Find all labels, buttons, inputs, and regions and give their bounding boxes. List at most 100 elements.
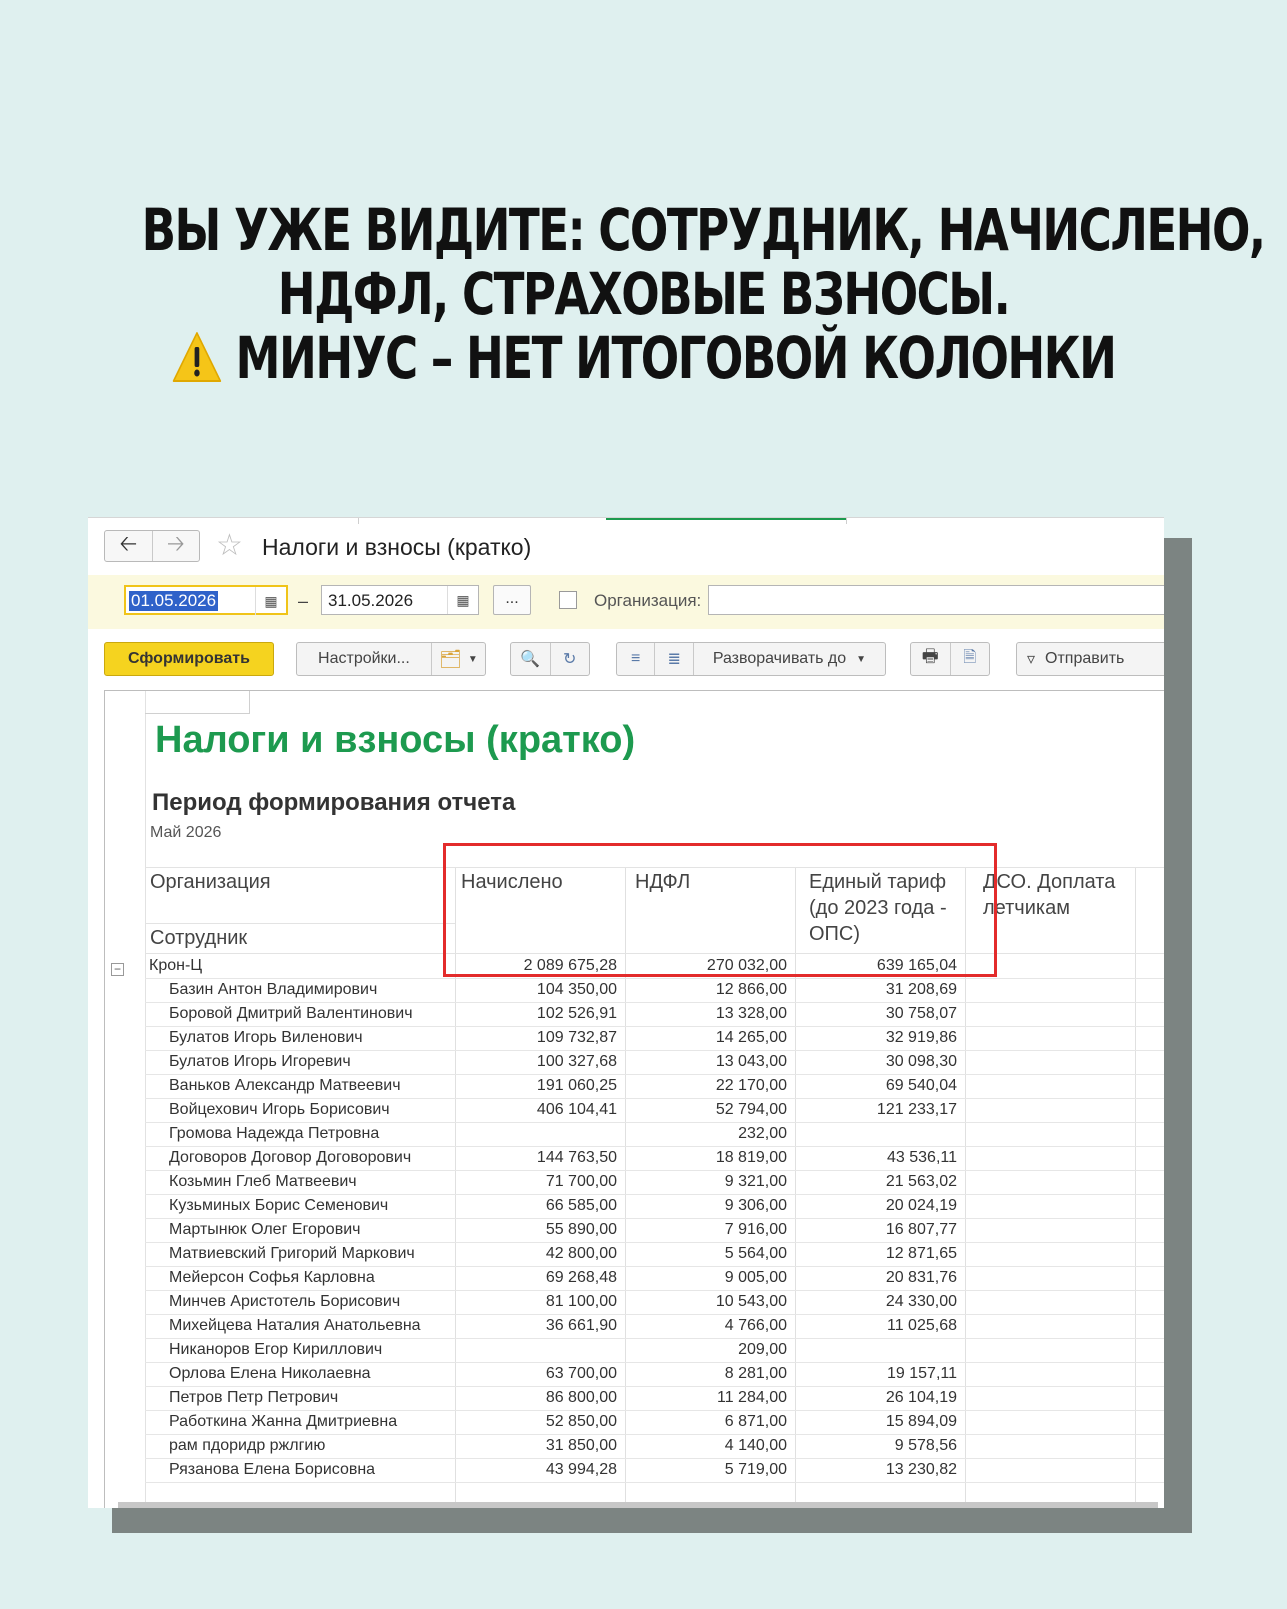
accrued-value: 86 800,00 [545, 1389, 617, 1406]
employee-name: Ваньков Александр Матвеевич [169, 1077, 401, 1094]
expand-all-button[interactable]: ≡ [617, 643, 654, 675]
accrued-value: 100 327,68 [536, 1053, 617, 1070]
employee-name: Войцехович Игорь Борисович [169, 1101, 390, 1118]
ndfl-value: 11 284,00 [717, 1389, 787, 1406]
header-employee: Сотрудник [150, 927, 248, 949]
accrued-value: 109 732,87 [536, 1029, 617, 1046]
ndfl-value: 8 281,00 [724, 1365, 787, 1382]
header-dso: ДСО. Доплата летчикам [983, 871, 1116, 919]
table-row[interactable]: Договоров Договор Договорович 144 763,50 1… [145, 1146, 1164, 1171]
report-title: Налоги и взносы (кратко) [155, 719, 636, 761]
table-row[interactable]: Мартынюк Олег Егорович 55 890,00 7 916,00 1… [145, 1218, 1164, 1243]
accrued-value: 144 763,50 [536, 1149, 617, 1166]
expand-rows-icon: ≡ [631, 650, 641, 667]
employee-name: Кузьминых Борис Семенович [169, 1197, 389, 1214]
employee-name: Базин Антон Владимирович [169, 981, 378, 998]
print-button[interactable]: 🖶 [911, 643, 950, 675]
tariff-value: 9 578,56 [894, 1437, 957, 1454]
tariff-value: 15 894,09 [885, 1413, 957, 1430]
organization-checkbox[interactable] [559, 591, 577, 609]
ndfl-value: 4 140,00 [724, 1437, 787, 1454]
tariff-value: 26 104,19 [885, 1389, 957, 1406]
send-button[interactable]: ▿ Отправить [1016, 642, 1164, 676]
table-row[interactable]: Михейцева Наталия Анатольевна 36 661,90 4 … [145, 1314, 1164, 1339]
expand-to-dropdown[interactable]: Разворачивать до ▼ [692, 643, 885, 675]
table-row[interactable]: Петров Петр Петрович 86 800,00 11 284,00 26… [145, 1386, 1164, 1411]
ndfl-value: 209,00 [738, 1341, 787, 1358]
select-period-button[interactable]: ... [493, 585, 531, 615]
date-to-field[interactable]: 31.05.2026 ▦ [321, 585, 479, 615]
table-row[interactable]: рам пдоридр ржлгию 31 850,00 4 140,00 9 578… [145, 1434, 1164, 1459]
table-row[interactable]: Боровой Дмитрий Валентинович 102 526,91 13… [145, 1002, 1164, 1027]
accrued-value: 104 350,00 [536, 981, 617, 998]
table-row[interactable]: Булатов Игорь Игоревич 100 327,68 13 043,0… [145, 1050, 1164, 1075]
date-from-field[interactable]: 01.05.2026 ▦ [124, 585, 288, 615]
calendar-icon[interactable]: ▦ [255, 587, 286, 615]
ndfl-value: 7 916,00 [724, 1221, 787, 1238]
back-button[interactable]: 🡠 [105, 531, 152, 561]
table-row[interactable]: Минчев Аристотель Борисович 81 100,00 10 5… [145, 1290, 1164, 1315]
collapse-group-icon[interactable]: − [111, 963, 124, 976]
grid-line [145, 923, 455, 924]
tariff-value: 31 208,69 [885, 981, 957, 998]
ndfl-value: 6 871,00 [724, 1413, 787, 1430]
accrued-value: 42 800,00 [545, 1245, 617, 1262]
headline: ВЫ УЖЕ ВИДИТЕ: СОТРУДНИК, НАЧИСЛЕНО, НДФ… [142, 198, 1266, 390]
accrued-value: 43 994,28 [545, 1461, 617, 1478]
employee-name: Петров Петр Петрович [169, 1389, 339, 1406]
headline-line-3-text: МИНУС – НЕТ ИТОГОВОЙ КОЛОНКИ [235, 324, 1117, 392]
search-refresh-button[interactable]: ↻ [549, 643, 590, 675]
collapse-all-button[interactable]: ≣ [654, 643, 692, 675]
variants-dropdown[interactable]: 🗂 ▼ [430, 643, 485, 675]
table-row[interactable]: Войцехович Игорь Борисович 406 104,41 52 7… [145, 1098, 1164, 1123]
print-preview-button[interactable]: 🗎 [949, 643, 990, 675]
accrued-value: 66 585,00 [545, 1197, 617, 1214]
date-from-value: 01.05.2026 [129, 591, 219, 611]
table-row[interactable]: Кузьминых Борис Семенович 66 585,00 9 306,… [145, 1194, 1164, 1219]
organization-input[interactable] [708, 585, 1164, 615]
navigation-buttons: 🡠 🡢 [104, 530, 200, 562]
table-row[interactable]: Матвиевский Григорий Маркович 42 800,00 5 … [145, 1242, 1164, 1267]
search-group: 🔍 ↻ [510, 642, 590, 676]
employee-name: Работкина Жанна Дмитриевна [169, 1413, 398, 1430]
accrued-value: 102 526,91 [536, 1005, 617, 1022]
accrued-value: 55 890,00 [545, 1221, 617, 1238]
header-organization: Организация [150, 871, 271, 893]
headline-line-3: МИНУС – НЕТ ИТОГОВОЙ КОЛОНКИ [142, 326, 1146, 390]
forward-button[interactable]: 🡢 [151, 531, 200, 561]
tariff-value: 69 540,04 [885, 1077, 957, 1094]
period-value: Май 2026 [150, 824, 222, 841]
table-row[interactable]: Козьмин Глеб Матвеевич 71 700,00 9 321,00 2… [145, 1170, 1164, 1195]
table-row[interactable]: Работкина Жанна Дмитриевна 52 850,00 6 871… [145, 1410, 1164, 1435]
search-button[interactable]: 🔍 [511, 643, 550, 675]
tariff-value: 30 758,07 [885, 1005, 957, 1022]
settings-group: Настройки... 🗂 ▼ [296, 642, 486, 676]
table-row[interactable]: Мейерсон Софья Карловна 69 268,48 9 005,00… [145, 1266, 1164, 1291]
table-row[interactable]: Никаноров Егор Кириллович 209,00 [145, 1338, 1164, 1363]
employee-name: Михейцева Наталия Анатольевна [169, 1317, 421, 1334]
highlight-box [443, 843, 997, 977]
tariff-value: 20 024,19 [885, 1197, 957, 1214]
table-row[interactable]: Громова Надежда Петровна 232,00 [145, 1122, 1164, 1147]
filter-bar: 01.05.2026 ▦ – 31.05.2026 ▦ ... Организа… [88, 575, 1164, 629]
table-row[interactable]: Рязанова Елена Борисовна 43 994,28 5 719,0… [145, 1458, 1164, 1483]
table-row[interactable]: Орлова Елена Николаевна 63 700,00 8 281,00… [145, 1362, 1164, 1387]
settings-button[interactable]: Настройки... [297, 643, 431, 675]
table-row[interactable]: Ваньков Александр Матвеевич 191 060,25 22 … [145, 1074, 1164, 1099]
employee-name: Боровой Дмитрий Валентинович [169, 1005, 413, 1022]
calendar-icon[interactable]: ▦ [447, 586, 478, 614]
ndfl-value: 9 005,00 [724, 1269, 787, 1286]
table-row[interactable]: Базин Антон Владимирович 104 350,00 12 866… [145, 978, 1164, 1003]
corner-cell [145, 691, 250, 714]
horizontal-scrollbar[interactable] [118, 1502, 1158, 1508]
search-refresh-icon: ↻ [563, 651, 577, 668]
accrued-value: 406 104,41 [536, 1101, 617, 1118]
star-icon[interactable]: ☆ [216, 530, 243, 562]
arrow-left-icon: 🡠 [119, 531, 138, 556]
generate-button[interactable]: Сформировать [104, 642, 274, 676]
row-gutter [105, 691, 146, 1508]
table-row[interactable]: Булатов Игорь Виленович 109 732,87 14 265,… [145, 1026, 1164, 1051]
employee-name: Козьмин Глеб Матвеевич [169, 1173, 357, 1190]
tariff-value: 24 330,00 [885, 1293, 957, 1310]
employee-name: Мейерсон Софья Карловна [169, 1269, 375, 1286]
